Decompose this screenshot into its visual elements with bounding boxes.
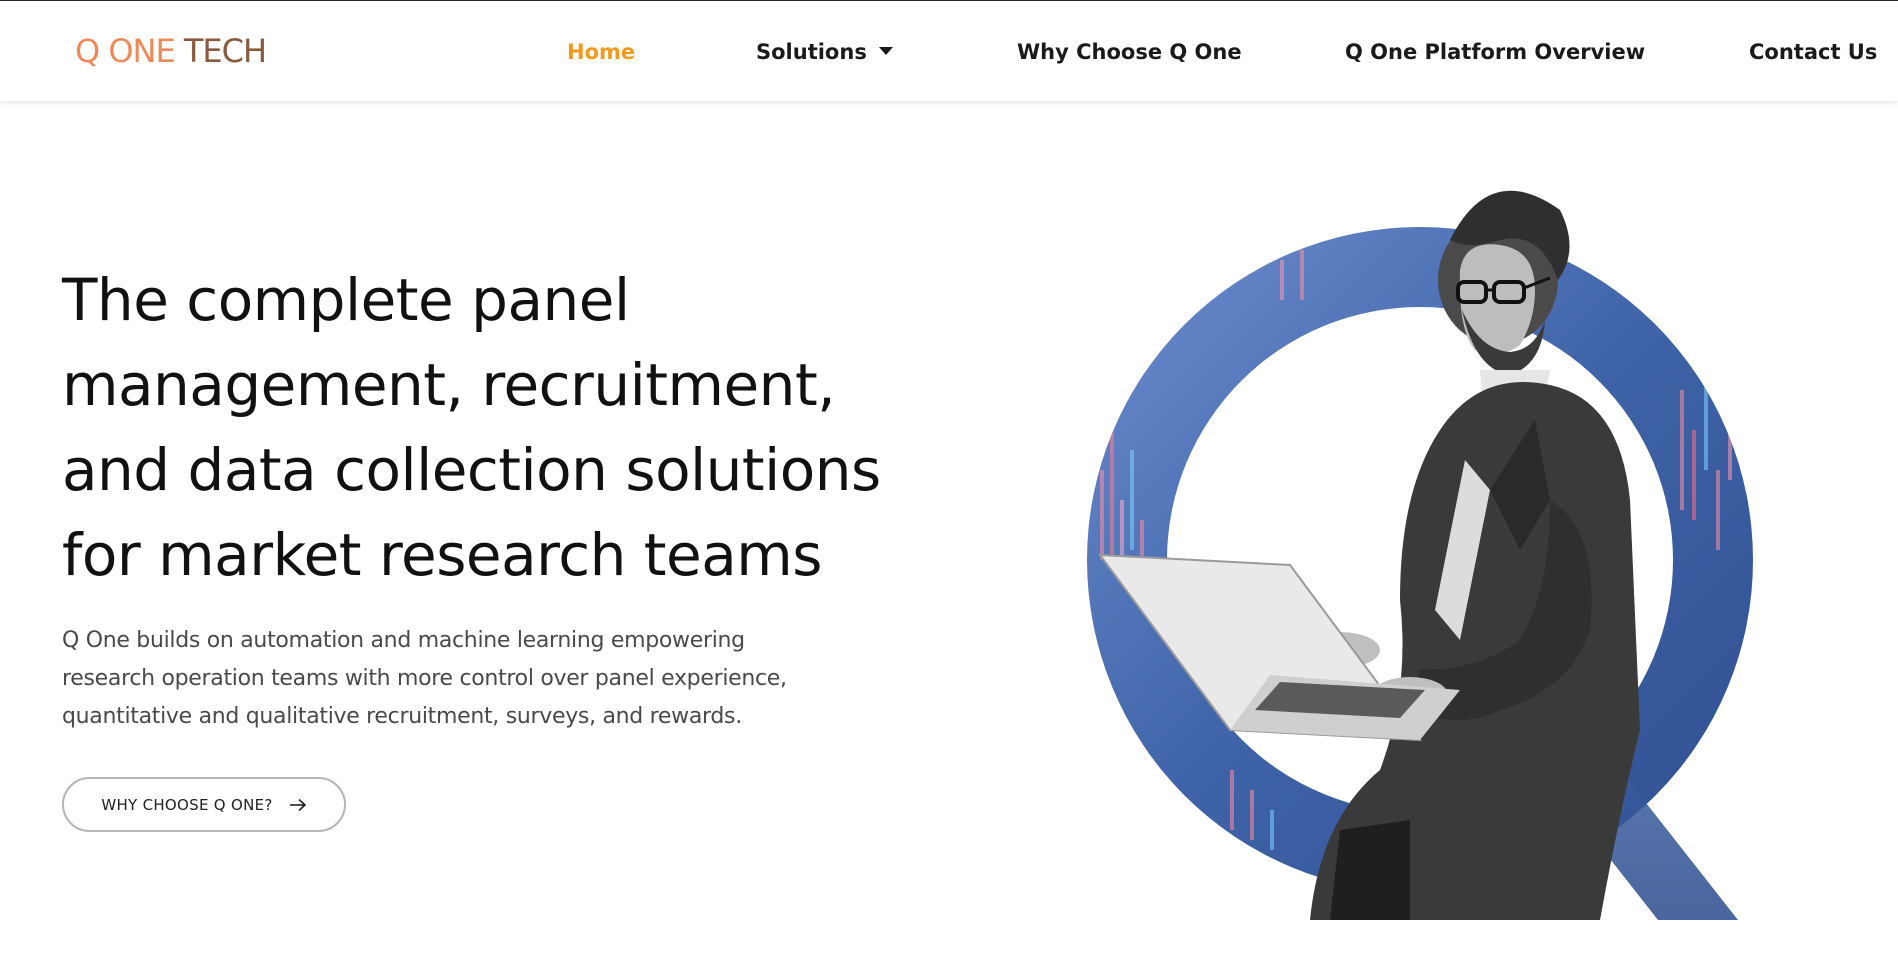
nav-home[interactable]: Home <box>567 39 635 65</box>
hero-title-line: for market research teams <box>62 521 823 589</box>
why-choose-button[interactable]: WHY CHOOSE Q ONE? <box>62 777 346 832</box>
logo-q: Q <box>75 32 100 70</box>
hero-description-line: Q One builds on automation and machine l… <box>62 628 745 653</box>
hero-title-line: management, recruitment, <box>62 351 836 419</box>
nav-solutions-label: Solutions <box>756 40 867 64</box>
hero-title-line: and data collection solutions <box>62 436 881 504</box>
q-one-tech-logo[interactable]: Q ONE TECH <box>75 32 267 70</box>
hero-description: Q One builds on automation and machine l… <box>62 622 792 736</box>
hero-title: The complete panel management, recruitme… <box>62 258 942 598</box>
logo-one: ONE <box>108 32 175 70</box>
why-choose-button-label: WHY CHOOSE Q ONE? <box>101 795 273 814</box>
nav-contact-us[interactable]: Contact Us <box>1749 39 1877 65</box>
page: Q ONE TECH Home Solutions Why Choose Q O… <box>0 0 1898 976</box>
man-with-laptop-q-logo-image <box>1087 190 1753 920</box>
arrow-right-icon <box>289 798 306 811</box>
nav-platform-overview[interactable]: Q One Platform Overview <box>1345 39 1645 65</box>
nav-solutions[interactable]: Solutions <box>756 39 893 65</box>
hero-description-line: research operation teams with more contr… <box>62 666 787 691</box>
hero-description-line: quantitative and qualitative recruitment… <box>62 704 742 729</box>
nav-why-choose[interactable]: Why Choose Q One <box>1017 39 1242 65</box>
site-header: Q ONE TECH Home Solutions Why Choose Q O… <box>0 1 1898 101</box>
hero-title-line: The complete panel <box>62 266 630 334</box>
logo-tech: TECH <box>183 32 267 70</box>
chevron-down-icon <box>878 47 893 55</box>
